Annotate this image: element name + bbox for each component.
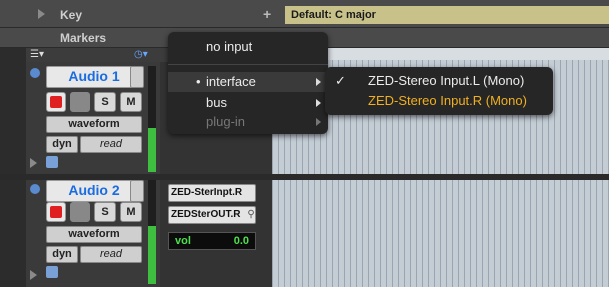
record-enable-button[interactable] [46,202,66,222]
submenu-item-right-input[interactable]: ZED-Stereo Input.R (Mono) [325,91,553,111]
markers-ruler-label: Markers [60,31,107,45]
mute-button[interactable]: M [120,202,142,222]
track-select-icon[interactable] [30,184,40,194]
plug-in-label: plug-in [206,114,246,129]
record-icon [50,96,62,108]
solo-button[interactable]: S [94,202,116,222]
track-list-menu-icon[interactable]: ☰▾ [30,50,52,60]
level-meter [148,226,156,284]
track-name[interactable]: Audio 1 [46,66,142,88]
show-lanes-icon[interactable] [30,270,37,280]
meter-track [148,66,156,128]
interface-menu-item[interactable]: • interface [168,72,328,92]
key-signature-banner[interactable]: Default: C major [285,6,609,24]
input-monitor-button[interactable] [70,202,90,222]
volume-value: 0.0 [233,235,249,247]
submenu-arrow-icon [316,99,321,107]
track-name-dropdown[interactable] [130,180,144,202]
level-meter [148,128,156,172]
track-options-icon[interactable]: ◷▾ [134,50,156,60]
output-lock-icon[interactable]: ⚲ [246,208,256,222]
solo-button[interactable]: S [94,92,116,112]
output-selector[interactable]: ZEDSterOUT.R [168,206,256,224]
automation-state[interactable]: read [80,246,142,263]
volume-label: vol [175,235,191,247]
submenu-item-left-input[interactable]: ✓ ZED-Stereo Input.L (Mono) [325,71,553,91]
interface-label: interface [206,74,256,89]
menu-divider [168,64,328,65]
playlist-icon[interactable] [46,266,58,278]
track-name[interactable]: Audio 2 [46,180,142,202]
interface-submenu: ✓ ZED-Stereo Input.L (Mono) ZED-Stereo I… [325,67,553,115]
selected-bullet-icon: • [196,74,201,89]
submenu-item-label: ZED-Stereo Input.L (Mono) [368,73,525,88]
input-menu: no input • interface bus plug-in [168,32,328,134]
input-monitor-button[interactable] [70,92,90,112]
plug-in-menu-item[interactable]: plug-in [168,112,328,132]
automation-mode[interactable]: dyn [46,136,78,153]
mute-button[interactable]: M [120,92,142,112]
automation-mode[interactable]: dyn [46,246,78,263]
submenu-item-label: ZED-Stereo Input.R (Mono) [368,93,527,108]
track-name-dropdown[interactable] [130,66,144,88]
automation-state[interactable]: read [80,136,142,153]
no-input-menu-item[interactable]: no input [206,39,252,54]
record-icon [50,206,62,218]
playlist-icon[interactable] [46,156,58,168]
checkmark-icon: ✓ [335,73,346,88]
key-expand-icon[interactable] [38,9,45,19]
meter-track [148,180,156,226]
record-enable-button[interactable] [46,92,66,112]
key-ruler-label: Key [60,8,83,22]
submenu-arrow-icon [316,78,321,86]
track-view-selector[interactable]: waveform [46,226,142,243]
track-select-icon[interactable] [30,68,40,78]
submenu-arrow-icon [316,118,321,126]
show-lanes-icon[interactable] [30,158,37,168]
left-edge-strip [0,48,26,287]
input-selector[interactable]: ZED-SterInpt.R [168,184,256,202]
track-view-selector[interactable]: waveform [46,116,142,133]
bus-menu-item[interactable]: bus [168,93,328,113]
volume-field[interactable]: vol 0.0 [168,232,256,250]
add-key-icon[interactable]: + [263,6,271,22]
bus-label: bus [206,95,227,110]
